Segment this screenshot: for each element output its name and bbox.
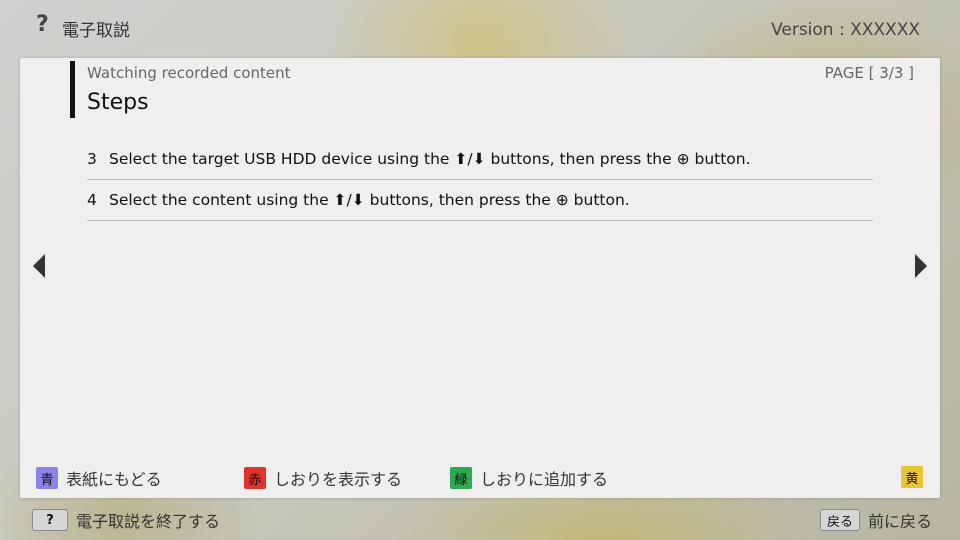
title-accent-bar	[70, 61, 75, 118]
blue-button-label: 表紙にもどる	[66, 470, 162, 489]
step-number: 4	[87, 191, 97, 209]
exit-manual-label: 電子取説を終了する	[76, 512, 221, 531]
page-heading: Steps	[87, 90, 149, 115]
yellow-button[interactable]: 黄	[901, 466, 923, 488]
section-title: Watching recorded content	[87, 64, 291, 82]
back-key-icon: 戻る	[819, 509, 860, 531]
app-title: 電子取説	[62, 21, 130, 41]
red-button-label: しおりを表示する	[274, 470, 403, 489]
step-text: Select the content using the ⬆/⬇ buttons…	[109, 191, 630, 209]
step-text: Select the target USB HDD device using t…	[109, 150, 751, 168]
red-button-show-bookmarks[interactable]: 赤 しおりを表示する	[244, 466, 402, 490]
page-indicator: PAGE [ 3/3 ]	[824, 64, 914, 82]
back-label: 前に戻る	[867, 512, 932, 531]
step-item: 4 Select the content using the ⬆/⬇ butto…	[87, 180, 873, 221]
version-label: Version : XXXXXX	[771, 20, 920, 40]
yellow-key-icon: 黄	[901, 466, 923, 488]
back-button[interactable]: 戻る 前に戻る	[819, 508, 932, 532]
green-button-add-bookmark[interactable]: 緑 しおりに追加する	[450, 466, 608, 490]
previous-page-arrow-icon[interactable]	[33, 254, 45, 278]
green-key-icon: 緑	[450, 467, 472, 489]
next-page-arrow-icon[interactable]	[915, 254, 927, 278]
red-key-icon: 赤	[244, 467, 266, 489]
steps-list: 3 Select the target USB HDD device using…	[87, 139, 873, 221]
top-bar: ? 電子取説 Version : XXXXXX	[0, 0, 960, 58]
content-panel: Watching recorded content PAGE [ 3/3 ] S…	[20, 58, 940, 498]
exit-manual-button[interactable]: ? 電子取説を終了する	[32, 508, 220, 532]
green-button-label: しおりに追加する	[480, 470, 609, 489]
blue-key-icon: 青	[36, 467, 58, 489]
step-item: 3 Select the target USB HDD device using…	[87, 139, 873, 180]
help-icon: ?	[36, 12, 49, 37]
blue-button-cover[interactable]: 青 表紙にもどる	[36, 466, 162, 490]
help-key-icon: ?	[32, 509, 68, 531]
step-number: 3	[87, 150, 97, 168]
